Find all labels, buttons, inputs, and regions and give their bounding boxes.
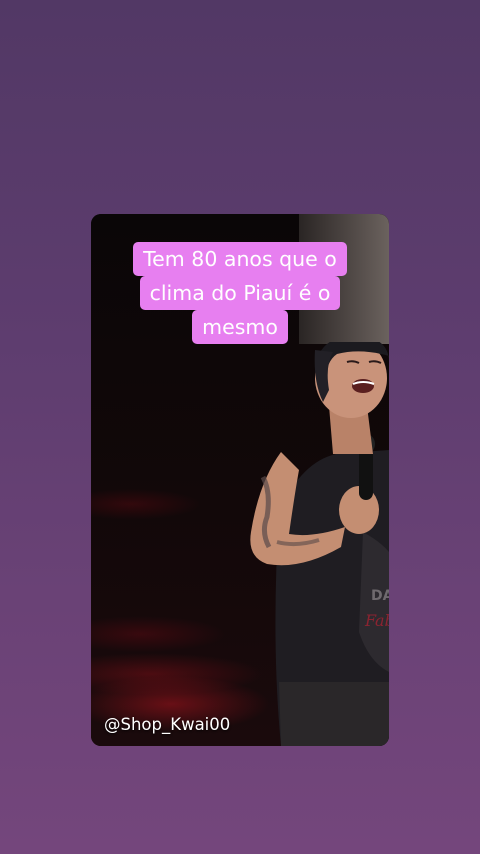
svg-text:Fab: Fab [364,611,389,630]
caption-line-1: Tem 80 anos que o [133,242,347,276]
performer-image: DAY Fab [250,342,389,746]
caption-line-2: clima do Piauí é o [139,276,341,310]
video-caption: Tem 80 anos que o clima do Piauí é o mes… [91,242,389,344]
svg-text:DAY: DAY [371,588,389,604]
video-player[interactable]: DAY Fab Tem 80 anos que o clima do Piauí… [91,214,389,746]
caption-line-3: mesmo [192,310,288,344]
watermark-handle: @Shop_Kwai00 [104,715,231,734]
